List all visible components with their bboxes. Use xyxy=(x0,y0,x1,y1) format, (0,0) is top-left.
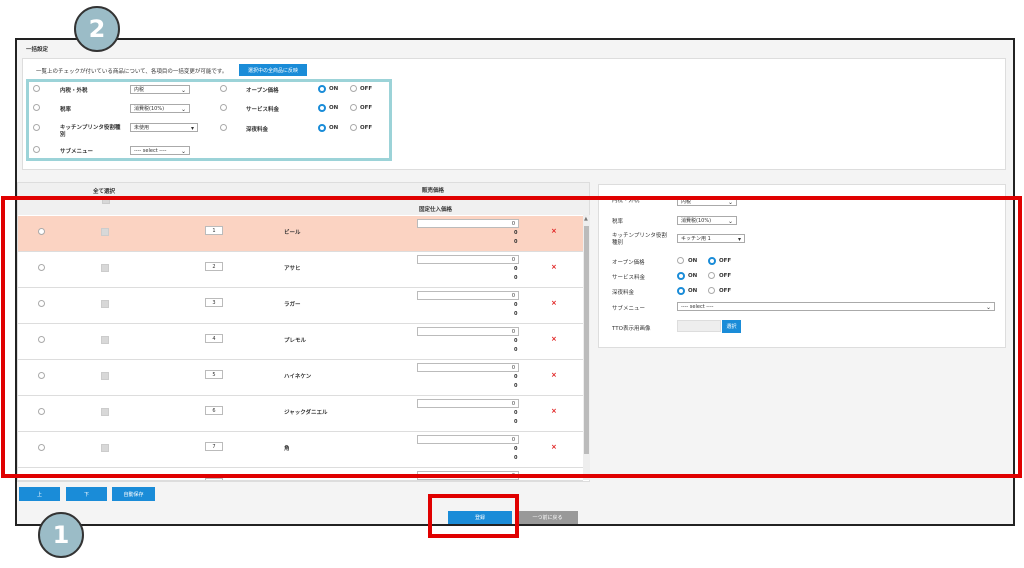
bulk-settings-description: 一覧上のチェックが付いている商品について、各項目の一括変更が可能です。 xyxy=(36,69,228,75)
annotation-teal-box xyxy=(26,79,392,161)
row-select-radio[interactable] xyxy=(38,480,45,481)
auto-save-button[interactable]: 自動保存 xyxy=(112,487,155,501)
row-order-input[interactable]: 8 xyxy=(205,478,223,480)
row-checkbox[interactable] xyxy=(101,480,109,481)
annotation-red-box-table xyxy=(1,196,1022,478)
move-down-button[interactable]: 下 xyxy=(66,487,107,501)
apply-to-selected-button[interactable]: 選択中の全商品に反映 xyxy=(239,64,307,76)
annotation-red-box-register xyxy=(428,494,519,538)
move-up-button[interactable]: 上 xyxy=(19,487,60,501)
sale-price-header: 販売価格 xyxy=(422,188,445,194)
bulk-settings-title: 一括設定 xyxy=(26,47,49,53)
back-button[interactable]: 一つ前に戻る xyxy=(517,511,578,524)
annotation-badge-one: 1 xyxy=(38,512,84,558)
row-product-name: ブラックニッカ xyxy=(284,480,323,481)
select-all-label: 全て選択 xyxy=(93,189,116,195)
annotation-badge-two: 2 xyxy=(74,6,120,52)
row-delete-icon[interactable]: × xyxy=(551,479,557,480)
